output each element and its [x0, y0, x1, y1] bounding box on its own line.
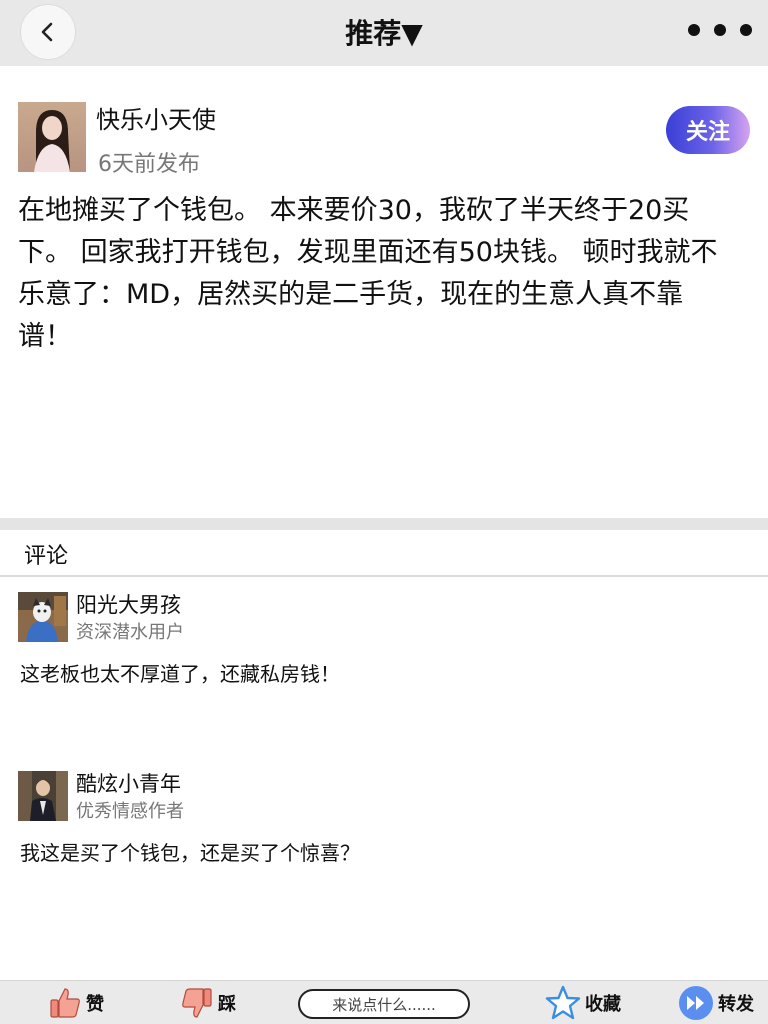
author-name[interactable]: 快乐小天使 — [96, 100, 216, 135]
more-button[interactable] — [688, 18, 752, 42]
more-dots-icon — [740, 24, 752, 36]
commenter-name[interactable]: 阳光大男孩 — [76, 589, 181, 619]
dislike-label: 踩 — [218, 994, 236, 1015]
commenter-role: 资深潜水用户 — [76, 622, 184, 643]
commenter-avatar[interactable] — [18, 592, 68, 642]
follow-button[interactable]: 关注 — [666, 106, 750, 154]
star-icon — [545, 985, 581, 1020]
commenter-name[interactable]: 酷炫小青年 — [76, 768, 181, 798]
favorite-button[interactable]: 收藏 — [545, 985, 621, 1021]
commenter-role: 优秀情感作者 — [76, 801, 184, 822]
section-divider — [0, 518, 768, 530]
post-time: 6天前发布 — [98, 152, 200, 177]
comment-text: 我这是买了个钱包，还是买了个惊喜？ — [20, 841, 360, 865]
comment-item: 酷炫小青年 优秀情感作者 我这是买了个钱包，还是买了个惊喜？ — [18, 771, 748, 881]
favorite-label: 收藏 — [585, 994, 621, 1015]
more-dots-icon — [688, 24, 700, 36]
post-body: 在地摊买了个钱包。 本来要价30，我砍了半天终于20买下。 回家我打开钱包，发现… — [18, 195, 718, 352]
post-author: 快乐小天使 6天前发布 关注 — [18, 100, 750, 177]
page-title[interactable]: 推荐▼ — [0, 12, 768, 52]
share-button[interactable]: 转发 — [678, 985, 754, 1021]
comment-item: 阳光大男孩 资深潜水用户 这老板也太不厚道了，还藏私房钱！ — [18, 592, 748, 702]
comment-text: 这老板也太不厚道了，还藏私房钱！ — [20, 662, 340, 686]
dislike-button[interactable]: 踩 — [180, 985, 236, 1021]
fast-forward-icon — [679, 986, 713, 1020]
like-button[interactable]: 赞 — [48, 985, 104, 1021]
thumbs-up-icon — [50, 988, 80, 1018]
thumbs-down-icon — [182, 988, 212, 1018]
author-avatar[interactable] — [18, 102, 86, 172]
commenter-avatar[interactable] — [18, 771, 68, 821]
divider — [0, 575, 768, 577]
more-dots-icon — [714, 24, 726, 36]
share-label: 转发 — [718, 994, 754, 1015]
top-bar: 推荐▼ — [0, 0, 768, 66]
comment-input[interactable]: 来说点什么...... — [298, 989, 470, 1019]
comments-title: 评论 — [24, 544, 69, 569]
bottom-action-bar: 赞 踩 来说点什么...... 收藏 转发 — [0, 980, 768, 1024]
like-label: 赞 — [86, 994, 104, 1015]
